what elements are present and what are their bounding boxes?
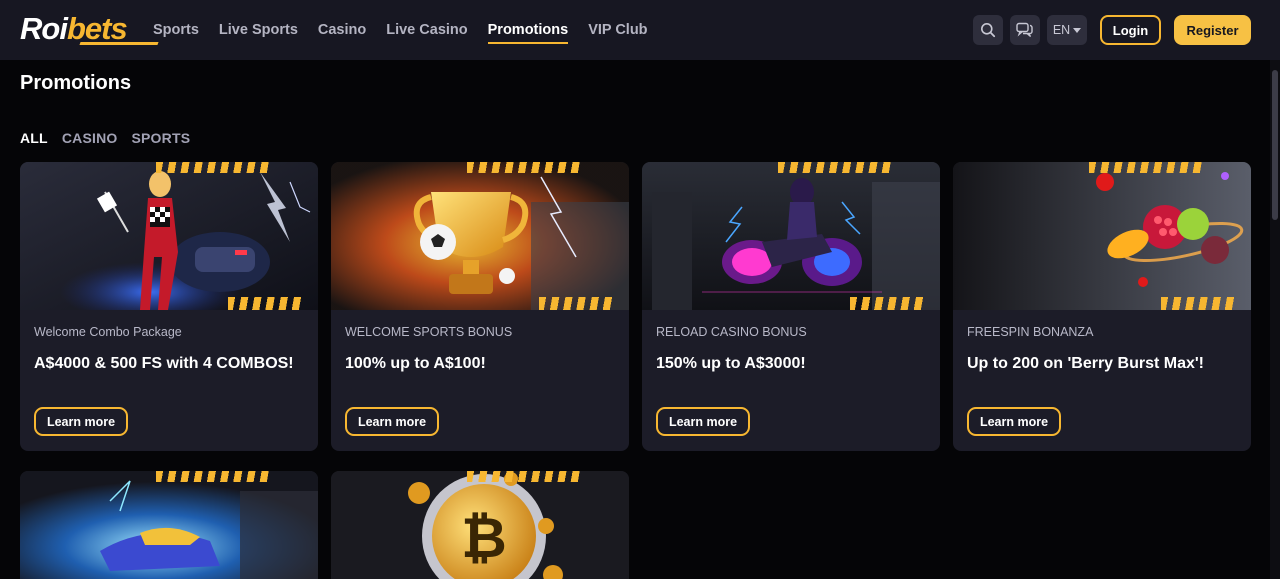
promotion-image-racer bbox=[20, 162, 318, 310]
hazard-stripes bbox=[467, 471, 581, 482]
hazard-stripes bbox=[778, 162, 892, 173]
promotion-title: A$4000 & 500 FS with 4 COMBOS! bbox=[34, 355, 294, 372]
promotion-card[interactable] bbox=[20, 471, 318, 579]
hazard-stripes bbox=[156, 162, 270, 173]
learn-more-button[interactable]: Learn more bbox=[345, 407, 439, 436]
promotion-image-trophy bbox=[331, 162, 629, 310]
svg-text:₿: ₿ bbox=[461, 506, 507, 571]
nav-item-live-sports[interactable]: Live Sports bbox=[219, 0, 298, 60]
nav-item-sports[interactable]: Sports bbox=[153, 0, 199, 60]
promotion-image-fruits bbox=[953, 162, 1251, 310]
nav-item-casino[interactable]: Casino bbox=[318, 0, 366, 60]
promotion-category: RELOAD CASINO BONUS bbox=[656, 325, 807, 339]
nav-item-vip-club[interactable]: VIP Club bbox=[588, 0, 647, 60]
promotion-image-flying-car bbox=[20, 471, 318, 579]
hazard-stripes bbox=[156, 471, 270, 482]
trophy-illustration bbox=[331, 162, 629, 310]
fruit-swirl-illustration bbox=[953, 162, 1251, 310]
top-header: Roi bets Sports Live Sports Casino Live C… bbox=[0, 0, 1280, 60]
filter-tab-all[interactable]: ALL bbox=[20, 130, 48, 146]
hazard-stripes bbox=[228, 297, 302, 310]
hazard-stripes bbox=[467, 162, 581, 173]
nav-item-live-casino[interactable]: Live Casino bbox=[386, 0, 467, 60]
promotion-card: WELCOME SPORTS BONUS 100% up to A$100! L… bbox=[331, 162, 629, 451]
nav-item-promotions[interactable]: Promotions bbox=[487, 0, 568, 60]
promotion-title: 150% up to A$3000! bbox=[656, 355, 806, 372]
promotion-title: 100% up to A$100! bbox=[345, 355, 486, 372]
filter-tab-casino[interactable]: CASINO bbox=[62, 130, 118, 146]
logo-text-roi: Roi bbox=[20, 11, 68, 46]
neon-motorbike-illustration bbox=[642, 162, 940, 310]
page-scrollbar-thumb[interactable] bbox=[1272, 70, 1278, 220]
flying-car-illustration bbox=[20, 471, 318, 579]
page-title: Promotions bbox=[20, 72, 132, 94]
login-button[interactable]: Login bbox=[1100, 15, 1161, 45]
filter-tab-sports[interactable]: SPORTS bbox=[131, 130, 190, 146]
promotion-card: Welcome Combo Package A$4000 & 500 FS wi… bbox=[20, 162, 318, 451]
bitcoin-illustration: ₿ bbox=[331, 471, 629, 579]
promotion-image-bitcoin: ₿ bbox=[331, 471, 629, 579]
hazard-stripes bbox=[1161, 297, 1235, 310]
promotion-category: WELCOME SPORTS BONUS bbox=[345, 325, 513, 339]
roibets-logo[interactable]: Roi bets bbox=[20, 11, 159, 46]
hazard-stripes bbox=[539, 297, 613, 310]
learn-more-button[interactable]: Learn more bbox=[967, 407, 1061, 436]
promotion-card: FREESPIN BONANZA Up to 200 on 'Berry Bur… bbox=[953, 162, 1251, 451]
promotion-image-motorbike bbox=[642, 162, 940, 310]
promotion-title: Up to 200 on 'Berry Burst Max'! bbox=[967, 355, 1204, 372]
chevron-down-icon bbox=[1073, 27, 1082, 33]
promotion-card[interactable]: ₿ bbox=[331, 471, 629, 579]
learn-more-button[interactable]: Learn more bbox=[656, 407, 750, 436]
chat-icon bbox=[1016, 22, 1033, 37]
hazard-stripes bbox=[1089, 162, 1203, 173]
main-nav: Sports Live Sports Casino Live Casino Pr… bbox=[153, 0, 668, 60]
chat-button[interactable] bbox=[1010, 15, 1040, 45]
language-selector[interactable]: EN bbox=[1047, 15, 1087, 45]
language-label: EN bbox=[1052, 23, 1071, 37]
racer-girl-illustration bbox=[20, 162, 318, 310]
promotion-filter-tabs: ALL CASINO SPORTS bbox=[20, 130, 190, 146]
search-button[interactable] bbox=[973, 15, 1003, 45]
promotion-card: RELOAD CASINO BONUS 150% up to A$3000! L… bbox=[642, 162, 940, 451]
register-button[interactable]: Register bbox=[1174, 15, 1251, 45]
logo-underline bbox=[79, 42, 159, 45]
promotion-category: FREESPIN BONANZA bbox=[967, 325, 1094, 339]
promotion-category: Welcome Combo Package bbox=[34, 325, 182, 339]
learn-more-button[interactable]: Learn more bbox=[34, 407, 128, 436]
search-icon bbox=[981, 23, 996, 38]
hazard-stripes bbox=[850, 297, 924, 310]
